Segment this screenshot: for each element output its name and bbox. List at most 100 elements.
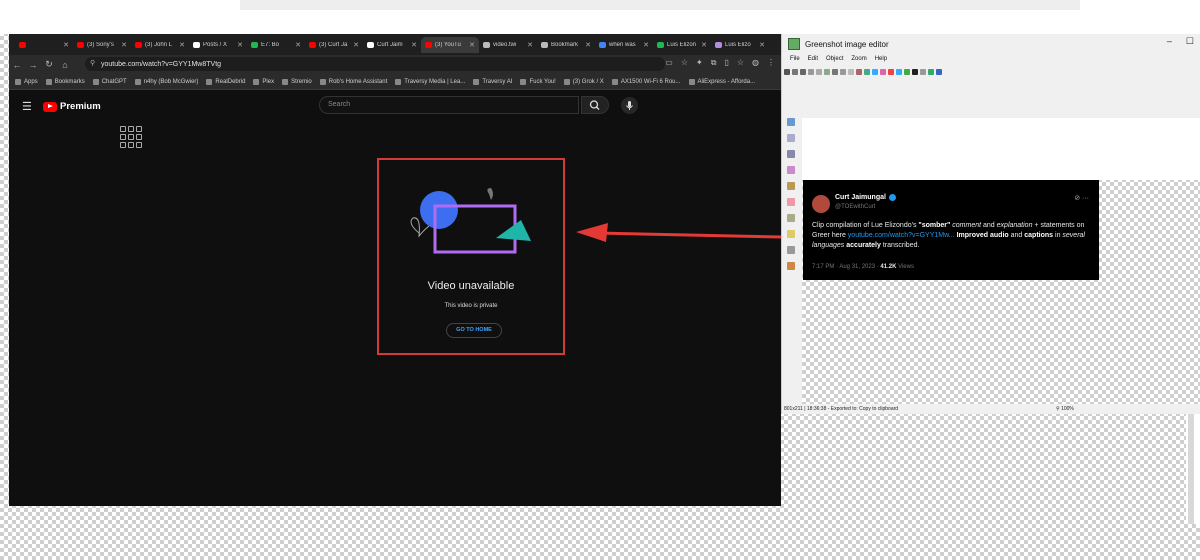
drawing-tool-icon[interactable] — [787, 262, 795, 270]
tab-0[interactable]: ✕ — [15, 37, 73, 53]
menu-item-file[interactable]: File — [790, 56, 800, 62]
bookmark-item[interactable]: Rob's Home Assistant — [319, 78, 387, 85]
toolbar-tool-icon[interactable] — [848, 69, 854, 75]
toolbar-tool-icon[interactable] — [808, 69, 814, 75]
bookmark-item[interactable]: Traversy AI — [473, 78, 512, 85]
tab-7[interactable]: (3) YouTu ✕ — [421, 36, 479, 53]
greenshot-canvas[interactable]: Curt Jaimungal @TOEwithCurt ⊘ ··· Clip c… — [802, 118, 1200, 404]
voice-search-button[interactable] — [621, 97, 638, 114]
bookmark-item[interactable]: RealDebrid — [206, 78, 245, 85]
tab-close-icon[interactable]: ✕ — [237, 41, 243, 49]
toolbar-tool-icon[interactable] — [872, 69, 878, 75]
maximize-icon[interactable]: ☐ — [1186, 36, 1194, 47]
drawing-tool-icon[interactable] — [787, 118, 795, 126]
toolbar-tool-icon[interactable] — [912, 69, 918, 75]
menu-item-zoom[interactable]: Zoom — [851, 56, 866, 62]
tab-close-icon[interactable]: ✕ — [701, 41, 707, 49]
drawing-tool-icon[interactable] — [787, 198, 795, 206]
menu-item-help[interactable]: Help — [875, 56, 887, 62]
hamburger-menu-icon[interactable]: ☰ — [22, 100, 32, 113]
toolbar-tool-icon[interactable] — [832, 69, 838, 75]
profile-icon[interactable]: ◍ — [752, 58, 759, 68]
bookmark-item[interactable]: AX1500 Wi-Fi 6 Rou... — [611, 78, 681, 85]
toolbar-tool-icon[interactable] — [824, 69, 830, 75]
tab-8[interactable]: video.twi ✕ — [479, 37, 537, 53]
toolbar-tool-icon[interactable] — [880, 69, 886, 75]
drawing-tool-icon[interactable] — [787, 230, 795, 238]
toolbar-tool-icon[interactable] — [800, 69, 806, 75]
bookmark-item[interactable]: Stremio — [282, 78, 312, 85]
sidebar-icon[interactable]: ▯ — [724, 58, 728, 68]
cast-icon[interactable]: ▭ — [665, 58, 673, 68]
toolbar-tool-icon[interactable] — [864, 69, 870, 75]
zoom-level[interactable]: ⚲ 100% — [1056, 406, 1074, 412]
bookmark-item[interactable]: AliExpress - Afforda... — [688, 78, 755, 85]
tab-close-icon[interactable]: ✕ — [527, 41, 533, 49]
tab-close-icon[interactable]: ✕ — [63, 41, 69, 49]
drawing-tool-icon[interactable] — [787, 182, 795, 190]
site-info-icon[interactable]: ⚲ — [90, 59, 95, 67]
tab-close-icon[interactable]: ✕ — [295, 41, 301, 49]
drawing-tool-icon[interactable] — [787, 150, 795, 158]
puzzle-icon[interactable]: ⧉ — [711, 58, 717, 68]
tab-close-icon[interactable]: ✕ — [179, 41, 185, 49]
tab-close-icon[interactable]: ✕ — [411, 41, 417, 49]
home-icon[interactable]: ⌂ — [57, 60, 73, 70]
tab-12[interactable]: Luis Elizo ✕ — [711, 37, 769, 53]
bookmark-item[interactable]: Fuck You! — [520, 78, 556, 85]
toolbar-tool-icon[interactable] — [888, 69, 894, 75]
bookmark-item[interactable]: ChatGPT — [92, 78, 127, 85]
extension-icon[interactable]: ✦ — [696, 58, 703, 68]
reload-icon[interactable]: ↻ — [41, 59, 57, 70]
toolbar-tool-icon[interactable] — [904, 69, 910, 75]
tab-close-icon[interactable]: ✕ — [759, 41, 765, 49]
scrollbar[interactable] — [1188, 414, 1194, 524]
toolbar-tool-icon[interactable] — [792, 69, 798, 75]
tab-close-icon[interactable]: ✕ — [469, 41, 475, 49]
drawing-tool-icon[interactable] — [787, 246, 795, 254]
tab-11[interactable]: Luis Elizon ✕ — [653, 37, 711, 53]
tab-3[interactable]: Posts / X ✕ — [189, 37, 247, 53]
back-icon[interactable]: ← — [9, 60, 25, 70]
tab-2[interactable]: (3) John L ✕ — [131, 37, 189, 53]
toolbar-tool-icon[interactable] — [856, 69, 862, 75]
bookmark-item[interactable]: Plex — [253, 78, 274, 85]
tab-close-icon[interactable]: ✕ — [585, 41, 591, 49]
menu-item-edit[interactable]: Edit — [808, 56, 818, 62]
toolbar-tool-icon[interactable] — [816, 69, 822, 75]
youtube-premium-logo[interactable]: Premium — [43, 101, 101, 112]
tab-1[interactable]: (3) Sony's ✕ — [73, 37, 131, 53]
toolbar-tool-icon[interactable] — [840, 69, 846, 75]
bookmark-star-icon[interactable]: ☆ — [737, 58, 744, 68]
toolbar-tool-icon[interactable] — [896, 69, 902, 75]
toolbar-tool-icon[interactable] — [936, 69, 942, 75]
star-icon[interactable]: ☆ — [681, 58, 688, 68]
drawing-tool-icon[interactable] — [787, 134, 795, 142]
search-input[interactable]: Search — [319, 96, 579, 114]
menu-item-object[interactable]: Object — [826, 56, 843, 62]
toolbar-tool-icon[interactable] — [784, 69, 790, 75]
url-input[interactable]: ⚲ youtube.com/watch?v=GYY1Mw8TVtg — [85, 57, 665, 71]
tab-5[interactable]: (3) Curt Ja ✕ — [305, 37, 363, 53]
menu-icon[interactable]: ⋮ — [767, 58, 775, 68]
tab-9[interactable]: Bookmark ✕ — [537, 37, 595, 53]
toolbar-tool-icon[interactable] — [928, 69, 934, 75]
go-to-home-button[interactable]: GO TO HOME — [446, 323, 502, 338]
tab-4[interactable]: E7: Bo ✕ — [247, 37, 305, 53]
drawing-tool-icon[interactable] — [787, 214, 795, 222]
search-button[interactable] — [581, 96, 609, 114]
bookmark-item[interactable]: Traversy Media | Lea... — [395, 78, 465, 85]
toolbar-tool-icon[interactable] — [920, 69, 926, 75]
apps-grid-icon[interactable] — [120, 126, 142, 148]
tab-close-icon[interactable]: ✕ — [643, 41, 649, 49]
bookmark-item[interactable]: n4hy (Bob McGwier) — [134, 78, 198, 85]
tab-10[interactable]: when was ✕ — [595, 37, 653, 53]
bookmark-item[interactable]: Bookmarks — [45, 78, 85, 85]
drawing-tool-icon[interactable] — [787, 166, 795, 174]
bookmark-item[interactable]: Apps — [15, 78, 38, 85]
tab-6[interactable]: Curt Jaim ✕ — [363, 37, 421, 53]
minimize-icon[interactable]: – — [1167, 36, 1172, 47]
tab-close-icon[interactable]: ✕ — [353, 41, 359, 49]
tab-close-icon[interactable]: ✕ — [121, 41, 127, 49]
bookmark-item[interactable]: (3) Grok / X — [563, 78, 604, 85]
